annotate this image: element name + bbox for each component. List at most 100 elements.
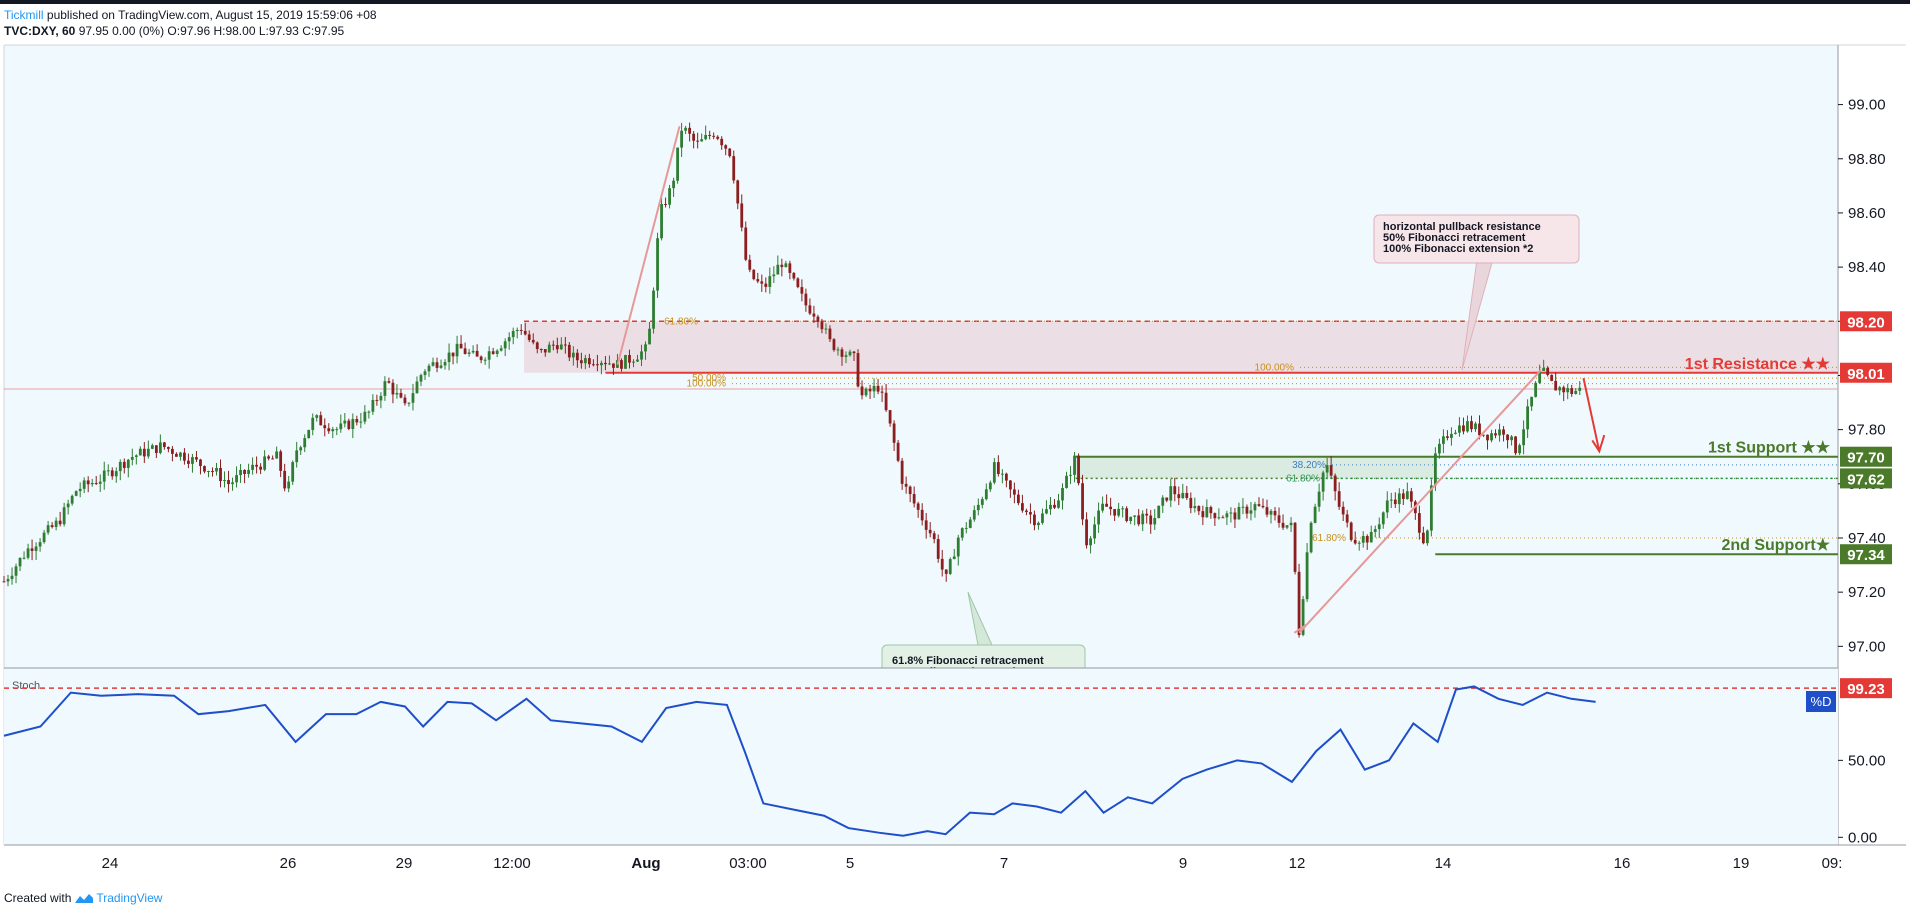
candle-body	[780, 264, 784, 268]
candle-body	[323, 425, 327, 429]
candle-body	[1097, 510, 1100, 525]
candle-body	[1061, 487, 1064, 501]
candle-body	[1365, 535, 1369, 543]
candle-body	[150, 445, 154, 449]
candle-body	[852, 351, 856, 354]
support-zone	[1075, 456, 1436, 479]
candle-body	[1514, 436, 1517, 454]
candle-body	[1261, 505, 1265, 508]
candle	[291, 460, 295, 485]
candle-body	[283, 470, 287, 489]
tradingview-link[interactable]: TradingView	[75, 891, 162, 905]
candle-body	[287, 481, 291, 489]
candle-body	[1017, 494, 1020, 504]
candle-body	[195, 457, 198, 460]
candle-body	[1205, 507, 1209, 518]
candle-body	[940, 558, 944, 570]
candle-body	[34, 546, 38, 551]
candle-body	[507, 337, 511, 342]
candle-body	[223, 480, 226, 482]
candle-body	[563, 344, 567, 346]
candle-body	[704, 134, 708, 140]
candle-body	[78, 488, 82, 492]
candle-body	[259, 466, 263, 470]
candle-body	[1073, 455, 1076, 475]
candle-body	[1133, 515, 1137, 517]
candle-body	[1277, 515, 1281, 523]
candle-body	[740, 203, 744, 228]
candle	[1125, 506, 1129, 523]
candle-body	[992, 462, 996, 483]
candle-body	[1446, 436, 1449, 438]
level-name: 1st Support ★★	[1708, 440, 1831, 457]
candle-body	[1438, 443, 1441, 454]
candle-body	[1269, 510, 1273, 515]
candle-body	[1401, 493, 1405, 499]
candle-body	[50, 525, 54, 528]
candle-body	[371, 399, 375, 412]
candle-body	[1049, 504, 1052, 510]
stoch-label: Stoch	[12, 680, 40, 692]
candle-body	[307, 429, 311, 439]
candle-body	[170, 448, 174, 454]
candle-body	[924, 520, 928, 530]
candle-body	[363, 411, 367, 422]
candle-body	[399, 392, 403, 398]
candle-body	[628, 355, 631, 363]
candle-body	[904, 483, 908, 487]
candle-body	[90, 483, 94, 485]
stoch-tick-label: 50.00	[1848, 752, 1886, 769]
candle-body	[523, 330, 527, 335]
candle-body	[70, 495, 74, 504]
candle-body	[880, 391, 884, 393]
candle-body	[2, 581, 6, 583]
candle-body	[291, 462, 295, 482]
candle-body	[239, 469, 242, 476]
candle-body	[74, 491, 78, 496]
candle-body	[796, 278, 800, 288]
candle-body	[688, 127, 692, 134]
candle-body	[30, 548, 34, 551]
candle-body	[1409, 491, 1413, 502]
candle	[752, 269, 756, 281]
candle-body	[676, 147, 679, 181]
time-tick-label: Aug	[631, 855, 660, 872]
time-tick-label: 19	[1733, 855, 1750, 872]
candle-body	[1273, 510, 1277, 516]
candle-body	[187, 460, 190, 464]
candle-body	[836, 349, 840, 351]
candle-body	[219, 467, 222, 482]
candle-body	[1341, 506, 1345, 515]
candle-body	[632, 361, 635, 363]
candle-body	[776, 264, 780, 275]
candle-body	[154, 445, 158, 453]
candle-body	[1357, 542, 1361, 544]
candle-body	[1429, 485, 1433, 531]
candle-body	[1510, 436, 1513, 441]
candle-body	[716, 136, 720, 139]
candle-body	[912, 494, 916, 504]
candle-body	[596, 364, 599, 366]
candle-body	[928, 529, 932, 534]
candle-body	[255, 464, 258, 467]
price-chart[interactable]: 99.0098.8098.6098.4098.2098.0097.8097.60…	[0, 0, 1910, 912]
candle-body	[66, 503, 70, 508]
candle-body	[114, 471, 118, 477]
candle-body	[708, 134, 712, 136]
candle-body	[1085, 519, 1088, 546]
candle-body	[391, 382, 395, 395]
candle-body	[1057, 500, 1060, 508]
candle-body	[1265, 507, 1269, 515]
candle-body	[439, 365, 443, 368]
candle-body	[1558, 387, 1562, 391]
candle-body	[1293, 522, 1297, 572]
candle	[1349, 521, 1353, 542]
candle-body	[431, 362, 435, 366]
candle-body	[784, 263, 788, 268]
candle-body	[1522, 429, 1526, 446]
candle-body	[551, 344, 555, 346]
candle-body	[491, 351, 495, 354]
candle-body	[1101, 503, 1105, 511]
candle-body	[339, 423, 343, 430]
candle-body	[251, 464, 254, 470]
